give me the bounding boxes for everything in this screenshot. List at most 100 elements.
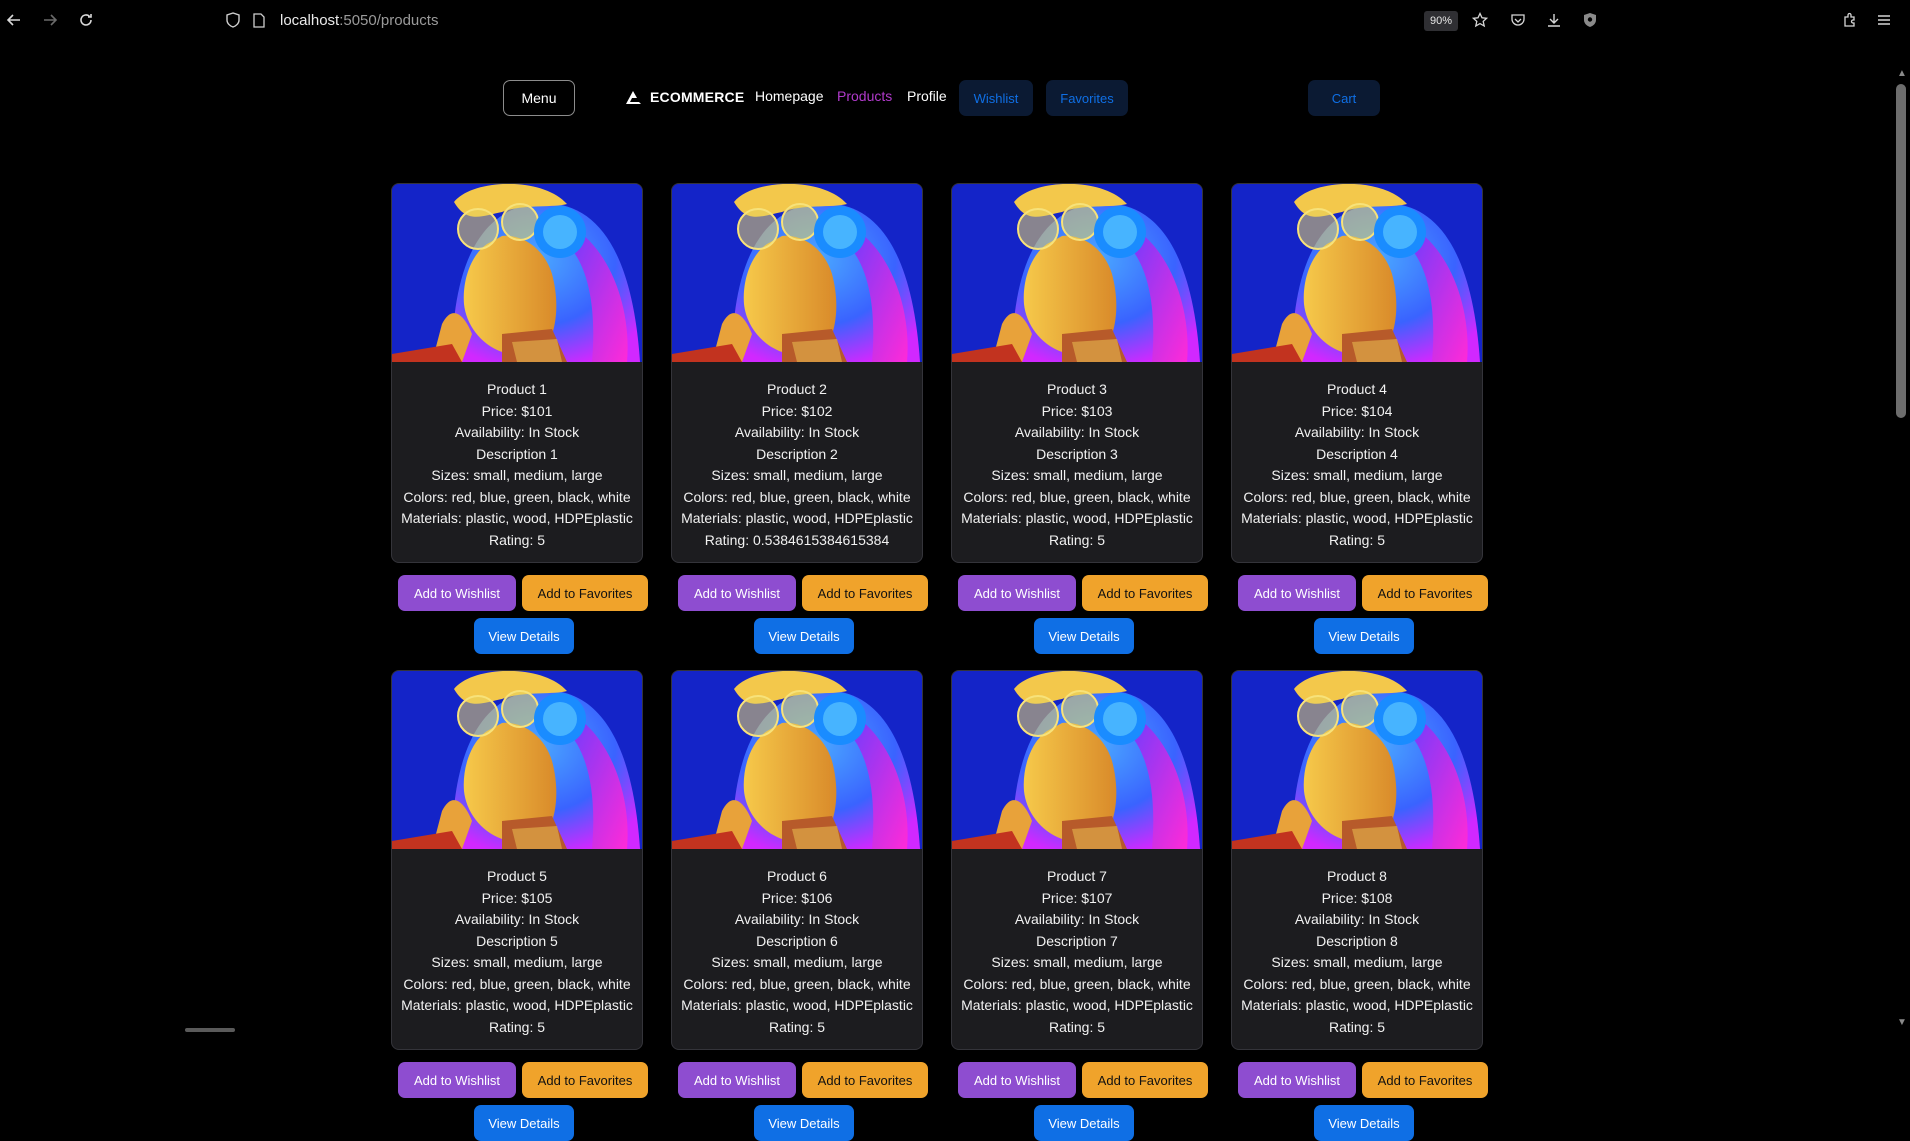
download-icon[interactable] [1540, 6, 1568, 34]
product-card-panel[interactable]: Product 6 Price: $106 Availability: In S… [671, 670, 923, 1050]
product-info: Product 6 Price: $106 Availability: In S… [672, 849, 922, 1038]
product-description: Description 1 [476, 445, 558, 462]
product-name: Product 8 [1327, 868, 1387, 884]
cart-button[interactable]: Cart [1308, 80, 1380, 116]
scrollbar-thumb[interactable] [1896, 84, 1906, 418]
add-to-favorites-button[interactable]: Add to Favorites [1362, 575, 1488, 611]
add-to-wishlist-button[interactable]: Add to Wishlist [958, 575, 1076, 611]
product-image[interactable] [672, 671, 922, 849]
reload-icon[interactable] [72, 6, 100, 34]
zoom-indicator[interactable]: 90% [1424, 11, 1459, 31]
add-to-favorites-button[interactable]: Add to Favorites [1362, 1062, 1488, 1098]
product-card-panel[interactable]: Product 5 Price: $105 Availability: In S… [391, 670, 643, 1050]
product-image[interactable] [1232, 671, 1482, 849]
view-details-button[interactable]: View Details [754, 1105, 854, 1141]
extension-shield-icon[interactable] [1576, 6, 1604, 34]
product-image[interactable] [392, 671, 642, 849]
add-to-wishlist-button[interactable]: Add to Wishlist [678, 575, 796, 611]
horizontal-scrollbar-thumb[interactable] [185, 1028, 235, 1032]
product-image[interactable] [952, 184, 1202, 362]
add-to-favorites-button[interactable]: Add to Favorites [522, 1062, 648, 1098]
view-details-button[interactable]: View Details [1314, 618, 1414, 654]
product-rating: Rating: 5 [1328, 1018, 1386, 1035]
add-to-favorites-button[interactable]: Add to Favorites [802, 1062, 928, 1098]
product-availability: Availability: In Stock [1294, 911, 1420, 927]
product-rating: Rating: 5 [488, 531, 546, 548]
add-to-wishlist-button[interactable]: Add to Wishlist [398, 575, 516, 611]
product-image[interactable] [392, 184, 642, 362]
add-to-favorites-button[interactable]: Add to Favorites [1082, 575, 1208, 611]
product-card-panel[interactable]: Product 3 Price: $103 Availability: In S… [951, 183, 1203, 563]
brand-name: ECOMMERCE [650, 89, 745, 105]
add-to-favorites-button[interactable]: Add to Favorites [522, 575, 648, 611]
product-card-panel[interactable]: Product 4 Price: $104 Availability: In S… [1231, 183, 1483, 563]
address-bar[interactable]: localhost:5050/products [220, 6, 1610, 34]
hamburger-menu-icon[interactable] [1870, 6, 1898, 34]
product-availability: Availability: In Stock [1294, 424, 1420, 440]
extensions-icon[interactable] [1836, 6, 1864, 34]
product-image[interactable] [952, 671, 1202, 849]
add-to-wishlist-button[interactable]: Add to Wishlist [398, 1062, 516, 1098]
product-sizes: Sizes: small, medium, large [431, 954, 603, 970]
scroll-up-icon[interactable]: ▲ [1897, 68, 1907, 79]
view-details-button[interactable]: View Details [754, 618, 854, 654]
product-image[interactable] [1232, 184, 1482, 362]
product-image[interactable] [672, 184, 922, 362]
view-details-button[interactable]: View Details [1034, 1105, 1134, 1141]
add-to-wishlist-button[interactable]: Add to Wishlist [1238, 575, 1356, 611]
view-details-button[interactable]: View Details [474, 618, 574, 654]
product-photo-illustration [672, 184, 922, 362]
nav-link-profile[interactable]: Profile [907, 88, 947, 104]
product-card: Product 8 Price: $108 Availability: In S… [1231, 670, 1488, 1141]
view-details-button[interactable]: View Details [1314, 1105, 1414, 1141]
product-photo-illustration [392, 671, 642, 849]
product-description: Description 8 [1316, 932, 1398, 949]
vertical-scrollbar[interactable]: ▲ ▼ [1892, 40, 1910, 1034]
nav-link-products[interactable]: Products [837, 88, 892, 104]
back-icon[interactable] [0, 6, 28, 34]
product-sizes: Sizes: small, medium, large [711, 954, 883, 970]
view-details-button[interactable]: View Details [474, 1105, 574, 1141]
product-sizes: Sizes: small, medium, large [431, 467, 603, 483]
view-details-button[interactable]: View Details [1034, 618, 1134, 654]
forward-icon[interactable] [36, 6, 64, 34]
add-to-wishlist-button[interactable]: Add to Wishlist [678, 1062, 796, 1098]
product-rating: Rating: 0.5384615384615384 [704, 531, 890, 548]
product-materials: Materials: plastic, wood, HDPEplastic [681, 997, 913, 1013]
product-availability: Availability: In Stock [1014, 911, 1140, 927]
product-actions: Add to Wishlist Add to Favorites [1238, 575, 1490, 611]
product-name: Product 2 [767, 381, 827, 397]
scroll-down-icon[interactable]: ▼ [1897, 1017, 1907, 1028]
shield-icon[interactable] [220, 7, 246, 33]
product-card-panel[interactable]: Product 2 Price: $102 Availability: In S… [671, 183, 923, 563]
product-sizes: Sizes: small, medium, large [991, 467, 1163, 483]
product-description: Description 3 [1036, 445, 1118, 462]
brand[interactable]: ECOMMERCE [625, 88, 744, 106]
product-photo-illustration [392, 184, 642, 362]
browser-toolbar: localhost:5050/products 90% [0, 0, 1910, 40]
favorites-button[interactable]: Favorites [1046, 80, 1128, 116]
product-name: Product 5 [487, 868, 547, 884]
product-colors: Colors: red, blue, green, black, white [683, 975, 911, 992]
product-name: Product 4 [1327, 381, 1387, 397]
star-icon[interactable] [1466, 6, 1494, 34]
add-to-favorites-button[interactable]: Add to Favorites [1082, 1062, 1208, 1098]
menu-button[interactable]: Menu [503, 80, 575, 116]
product-name: Product 1 [487, 381, 547, 397]
add-to-wishlist-button[interactable]: Add to Wishlist [1238, 1062, 1356, 1098]
product-info: Product 3 Price: $103 Availability: In S… [952, 362, 1202, 551]
product-rating: Rating: 5 [768, 1018, 826, 1035]
pocket-icon[interactable] [1504, 6, 1532, 34]
product-card-panel[interactable]: Product 1 Price: $101 Availability: In S… [391, 183, 643, 563]
brand-logo-icon [626, 91, 641, 104]
add-to-wishlist-button[interactable]: Add to Wishlist [958, 1062, 1076, 1098]
nav-link-homepage[interactable]: Homepage [755, 88, 824, 104]
product-card-panel[interactable]: Product 8 Price: $108 Availability: In S… [1231, 670, 1483, 1050]
product-card-panel[interactable]: Product 7 Price: $107 Availability: In S… [951, 670, 1203, 1050]
product-colors: Colors: red, blue, green, black, white [403, 975, 631, 992]
product-photo-illustration [1232, 671, 1482, 849]
product-name: Product 7 [1047, 868, 1107, 884]
add-to-favorites-button[interactable]: Add to Favorites [802, 575, 928, 611]
product-rating: Rating: 5 [1048, 531, 1106, 548]
wishlist-button[interactable]: Wishlist [959, 80, 1033, 116]
